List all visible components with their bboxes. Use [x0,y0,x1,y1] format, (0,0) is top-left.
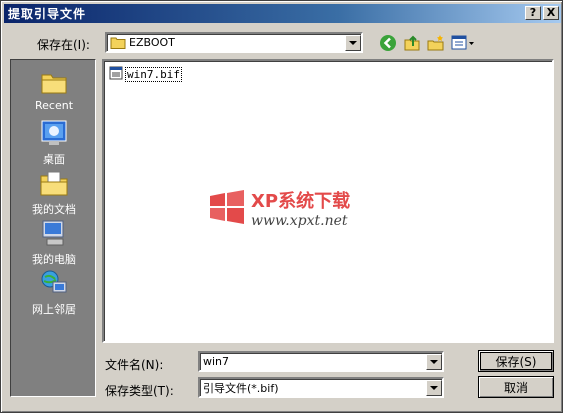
place-label-network: 网上邻居 [32,303,76,316]
place-label-recent: Recent [34,99,74,112]
close-button[interactable]: X [543,6,559,20]
network-places-icon [39,268,69,298]
new-folder-icon[interactable] [426,33,446,53]
watermark: XP系统下载 www.xpxt.net [207,187,350,229]
place-my-documents[interactable]: 我的文档 [11,168,97,217]
folder-icon [107,36,126,49]
recent-folder-icon [40,68,68,96]
back-arrow-icon[interactable] [378,33,398,53]
chevron-down-icon [430,385,438,390]
help-button[interactable]: ? [525,6,541,20]
title-bar-buttons: ? X [525,6,559,20]
filetype-dropdown-button[interactable] [426,379,442,396]
filetype-value: 引导文件(*.bif) [203,381,279,395]
chevron-down-icon [349,40,357,45]
my-computer-icon [39,218,69,248]
dialog-toolbar [378,33,476,53]
windows-logo-icon [207,189,247,227]
save-dialog-window: 提取引导文件 ? X 保存在(I): EZBOOT Recent 桌面 我的文档… [0,0,563,413]
place-label-desktop: 桌面 [43,153,65,166]
up-folder-icon[interactable] [402,33,422,53]
list-item[interactable]: win7.bif [109,66,182,83]
watermark-line1: XP系统下载 [251,191,351,212]
watermark-text: XP系统下载 www.xpxt.net [251,187,350,229]
chevron-down-icon [430,359,438,364]
look-in-combo[interactable]: EZBOOT [105,32,363,53]
watermark-line2: www.xpxt.net [251,213,348,229]
place-label-my-computer: 我的电脑 [32,253,76,266]
filename-combo[interactable]: win7 [198,351,444,372]
desktop-icon [39,118,69,148]
places-bar: Recent 桌面 我的文档 我的电脑 网上邻居 [10,59,96,397]
file-name: win7.bif [125,67,182,82]
title-bar[interactable]: 提取引导文件 ? X [4,4,561,23]
bif-file-icon [109,66,123,83]
look-in-dropdown-button[interactable] [345,34,361,51]
place-recent[interactable]: Recent [11,68,97,112]
filename-label: 文件名(N): [105,358,164,372]
place-desktop[interactable]: 桌面 [11,118,97,167]
filename-dropdown-button[interactable] [426,353,442,370]
place-my-computer[interactable]: 我的电脑 [11,218,97,267]
place-network[interactable]: 网上邻居 [11,268,97,317]
filetype-combo[interactable]: 引导文件(*.bif) [198,377,444,398]
window-title: 提取引导文件 [8,7,87,21]
look-in-value: EZBOOT [129,36,175,49]
place-label-my-documents: 我的文档 [32,203,76,216]
cancel-button[interactable]: 取消 [478,376,554,398]
filename-input[interactable]: win7 [200,355,426,368]
look-in-label: 保存在(I): [37,38,90,52]
views-menu-icon[interactable] [450,33,476,53]
save-button[interactable]: 保存(S) [478,350,554,372]
filetype-label: 保存类型(T): [105,384,174,398]
my-documents-icon [39,168,69,198]
